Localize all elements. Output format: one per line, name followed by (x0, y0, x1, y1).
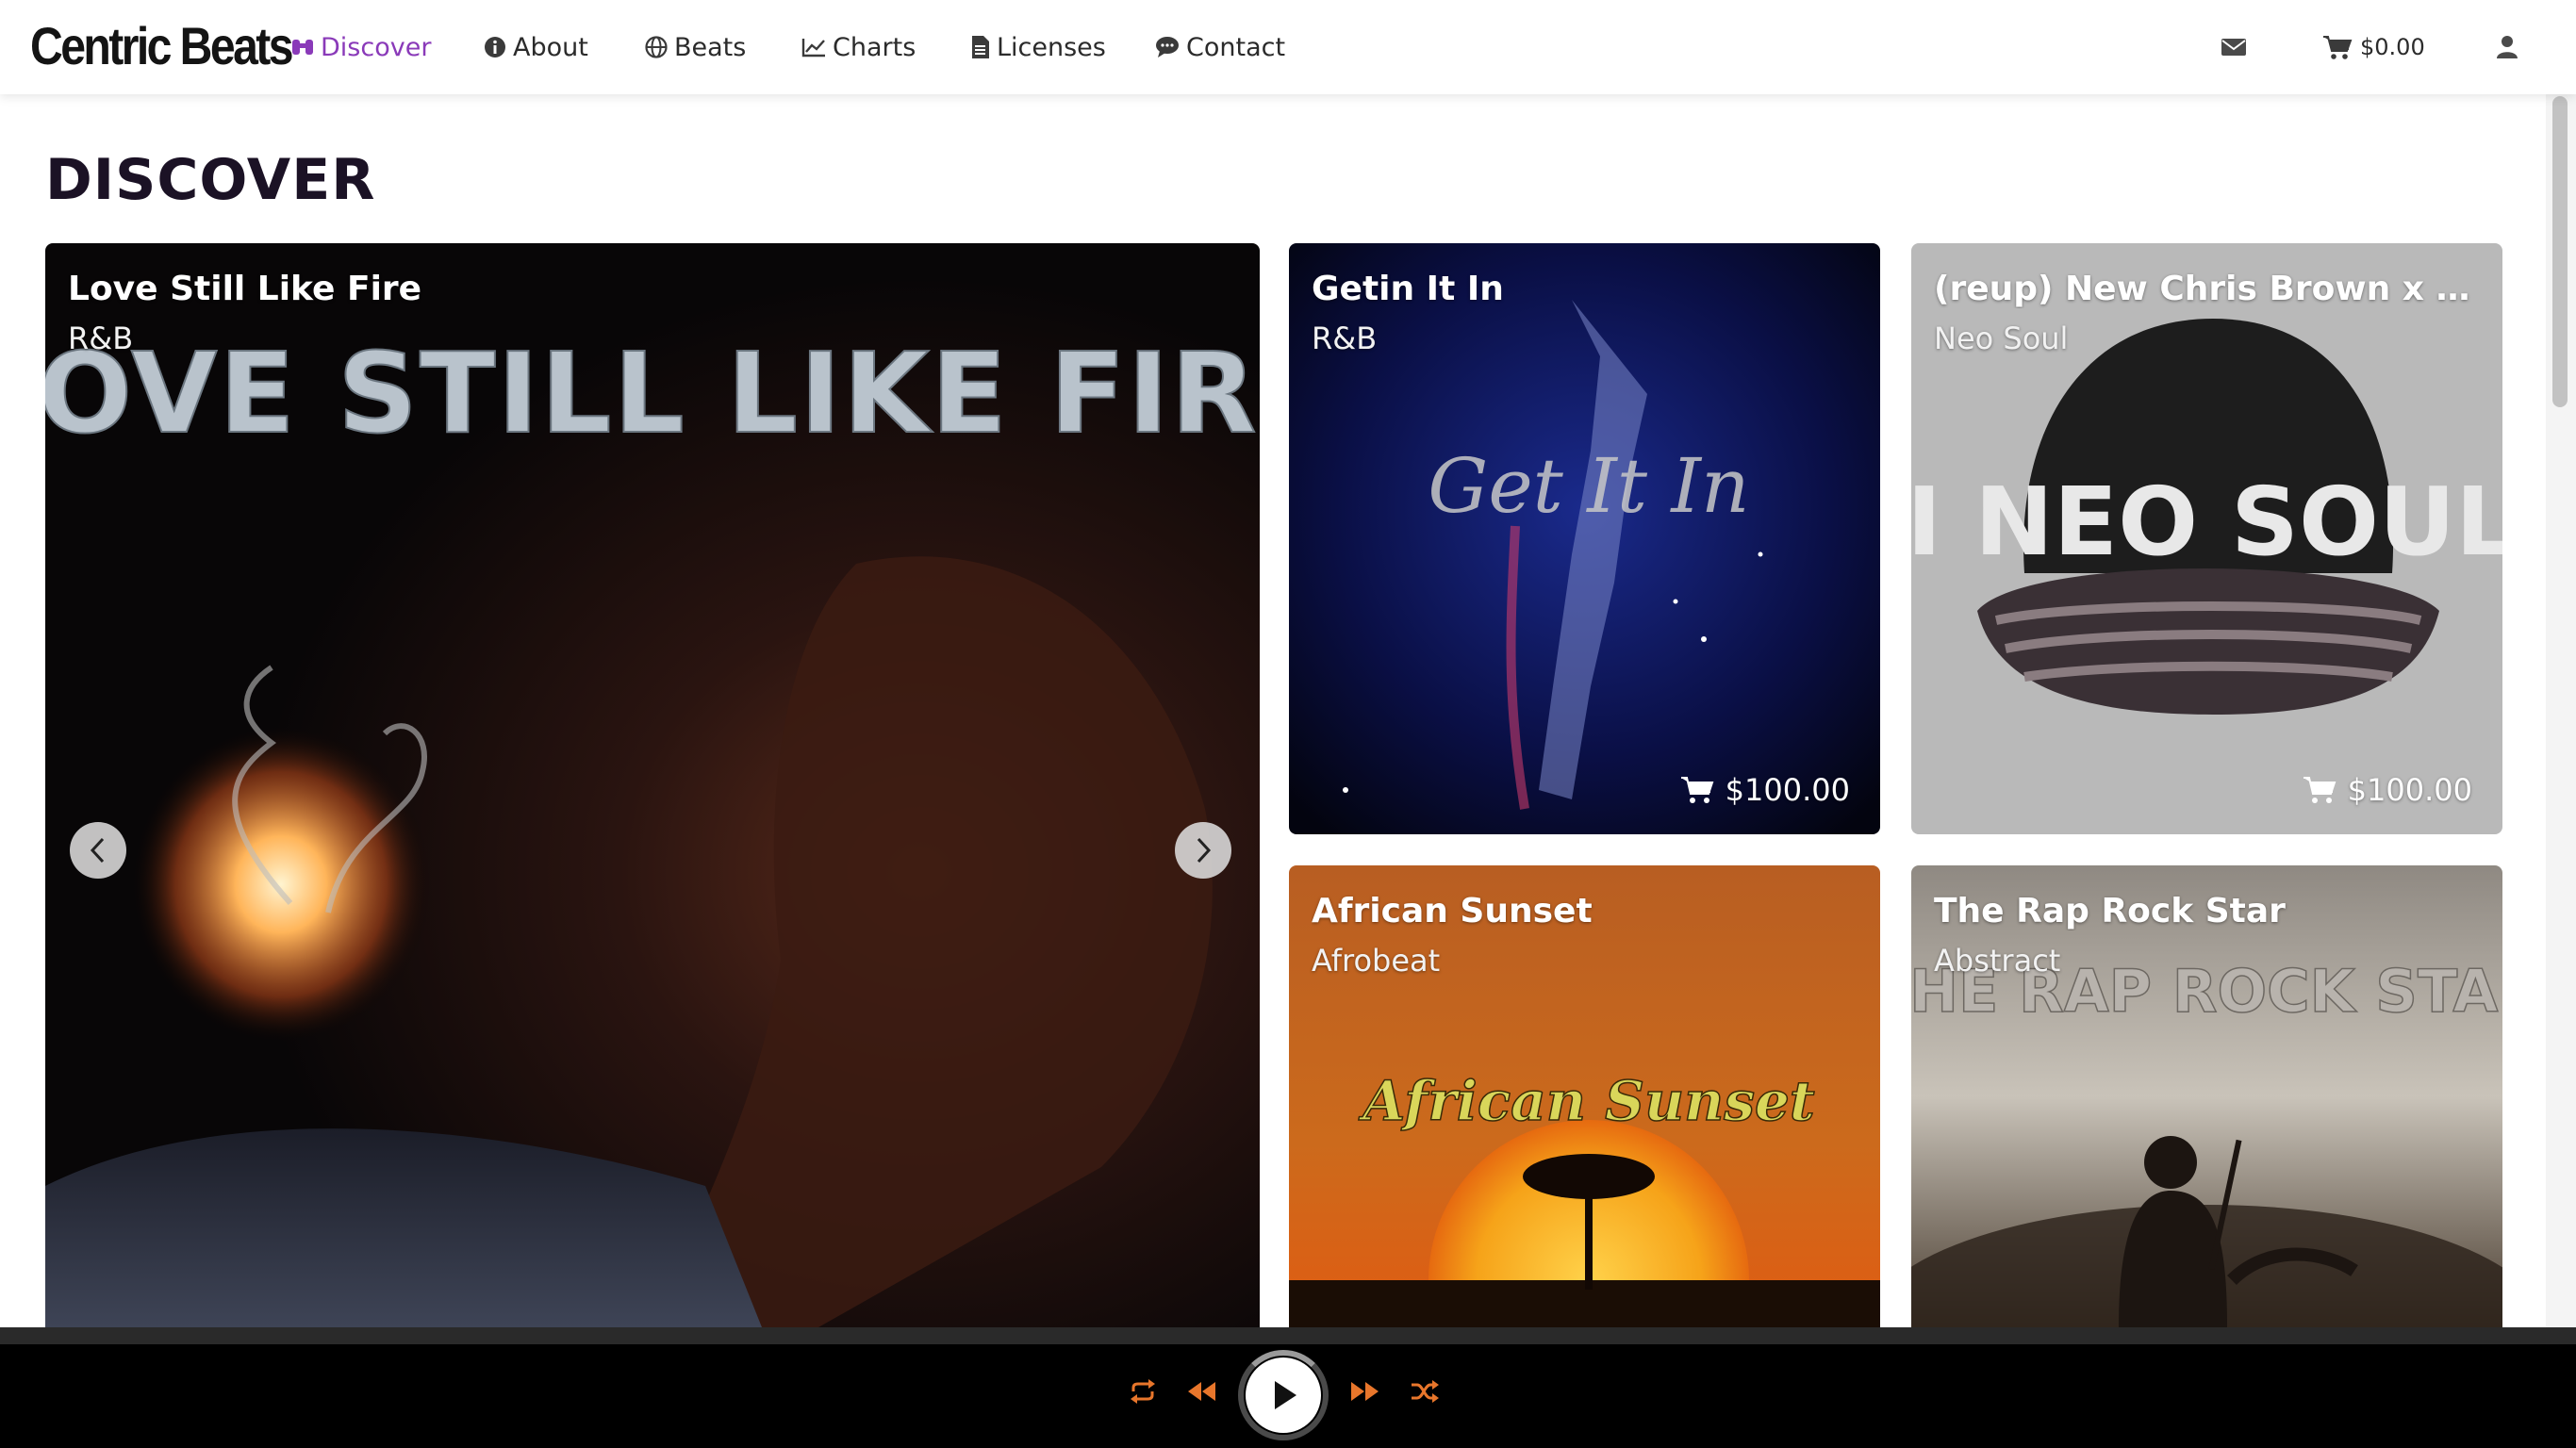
envelope-icon (2221, 39, 2246, 56)
add-to-cart-button[interactable]: $100.00 (2303, 772, 2472, 808)
line-chart-icon (801, 39, 825, 58)
nav-discover[interactable]: Discover (290, 26, 431, 68)
beat-artwork-text: Get It In (1428, 442, 1749, 530)
binoculars-icon (292, 40, 313, 55)
user-icon (2497, 36, 2518, 58)
featured-artwork-text: LOVE STILL LIKE FIRE (45, 328, 1260, 458)
beat-card-getin-it-in[interactable]: Get It In Getin It In R&B $100.00 (1289, 243, 1880, 834)
carousel-next-button[interactable] (1175, 822, 1231, 879)
beat-card-african-sunset[interactable]: African Sunset African Sunset Afrobeat (1289, 865, 1880, 1327)
featured-carousel-card[interactable]: LOVE STILL LIKE FIRE Love Still Like Fir… (45, 243, 1260, 1327)
nav-about[interactable]: About (483, 26, 588, 68)
featured-genre: R&B (68, 321, 134, 356)
top-navbar: Centric Beats Discover About Beats Chart… (0, 0, 2576, 94)
beat-card-title[interactable]: The Rap Rock Star (1934, 892, 2480, 930)
cart-icon (2323, 36, 2353, 59)
beat-card-title[interactable]: Getin It In (1312, 270, 1858, 308)
nav-charts-label: Charts (833, 32, 916, 62)
cart-button[interactable]: $0.00 (2322, 28, 2425, 66)
beat-card-the-rap-rock-star[interactable]: THE RAP ROCK STAR The Rap Rock Star Abst… (1911, 865, 2502, 1327)
beat-card-neo-soul[interactable]: I NEO SOUL (reup) New Chris Brown x Sza … (1911, 243, 2502, 834)
featured-artwork: LOVE STILL LIKE FIRE (45, 243, 1260, 1327)
featured-title[interactable]: Love Still Like Fire (68, 270, 1237, 308)
nav-licenses-label: Licenses (997, 32, 1106, 62)
rewind-button[interactable] (1181, 1373, 1221, 1410)
chevron-left-icon (90, 837, 105, 864)
play-icon (1275, 1381, 1296, 1409)
nav-charts[interactable]: Charts (801, 26, 916, 68)
scrollbar-thumb[interactable] (2552, 96, 2568, 407)
globe-icon (645, 36, 668, 58)
play-button[interactable] (1246, 1358, 1321, 1433)
beat-price: $100.00 (2347, 772, 2472, 808)
page-title: DISCOVER (45, 147, 376, 213)
beat-price: $100.00 (1725, 772, 1850, 808)
cart-icon (2303, 777, 2337, 803)
fast-forward-button[interactable] (1346, 1373, 1385, 1410)
shuffle-icon (1412, 1380, 1439, 1403)
document-icon (972, 36, 989, 58)
nav-licenses[interactable]: Licenses (970, 26, 1106, 68)
beat-card-genre: Afrobeat (1312, 943, 1441, 979)
beat-card-genre: Neo Soul (1934, 321, 2069, 356)
repeat-icon (1131, 1379, 1155, 1404)
nav-beats[interactable]: Beats (644, 26, 746, 68)
carousel-prev-button[interactable] (70, 822, 126, 879)
add-to-cart-button[interactable]: $100.00 (1680, 772, 1850, 808)
user-button[interactable] (2496, 28, 2518, 66)
player-progress-track[interactable] (0, 1327, 2576, 1344)
beat-artwork-text: I NEO SOUL (1911, 467, 2502, 577)
nav-about-label: About (513, 32, 588, 62)
envelope-button[interactable] (2221, 28, 2247, 66)
chevron-right-icon (1197, 837, 1212, 864)
cart-amount: $0.00 (2360, 34, 2425, 60)
nav-contact[interactable]: Contact (1154, 26, 1285, 68)
beat-artwork: THE RAP ROCK STAR (1911, 865, 2502, 1327)
fast-forward-icon (1351, 1382, 1379, 1401)
comment-icon (1156, 37, 1179, 58)
nav-discover-label: Discover (321, 32, 432, 62)
beat-artwork-text: African Sunset (1358, 1069, 1815, 1133)
site-logo[interactable]: Centric Beats (30, 13, 294, 79)
beat-card-genre: R&B (1312, 321, 1378, 356)
shuffle-button[interactable] (1406, 1373, 1444, 1410)
info-circle-icon (485, 37, 505, 58)
beat-card-genre: Abstract (1934, 943, 2061, 979)
beat-artwork: African Sunset (1289, 865, 1880, 1327)
cart-icon (1680, 777, 1714, 803)
beat-card-title[interactable]: African Sunset (1312, 892, 1858, 930)
beat-artwork: Get It In (1289, 243, 1880, 834)
repeat-button[interactable] (1124, 1373, 1162, 1410)
nav-beats-label: Beats (674, 32, 747, 62)
beat-card-title[interactable]: (reup) New Chris Brown x Sza ... (1934, 270, 2480, 308)
nav-contact-label: Contact (1186, 32, 1286, 62)
rewind-icon (1188, 1382, 1215, 1401)
